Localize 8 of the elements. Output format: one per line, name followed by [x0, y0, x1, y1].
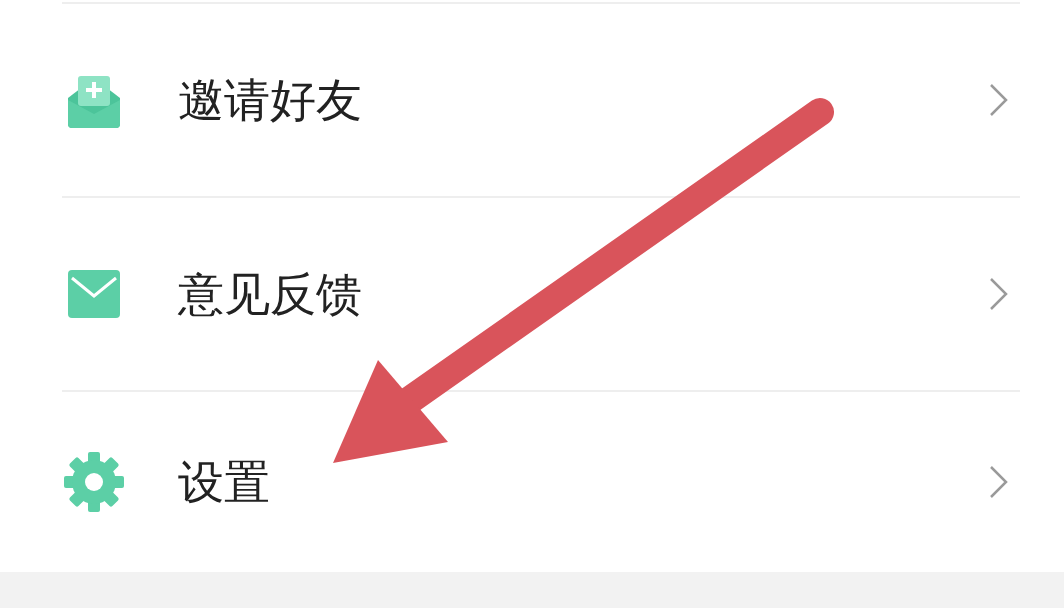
menu-label: 意见反馈: [178, 268, 363, 320]
settings-icon: [62, 450, 126, 514]
menu-item[interactable]: 邀请好友: [62, 4, 1020, 198]
menu-label: 邀请好友: [178, 74, 363, 126]
menu-label: 设置: [178, 456, 271, 508]
chevron-icon: [988, 464, 1010, 500]
chevron-icon: [988, 82, 1010, 118]
chevron-icon: [988, 276, 1010, 312]
